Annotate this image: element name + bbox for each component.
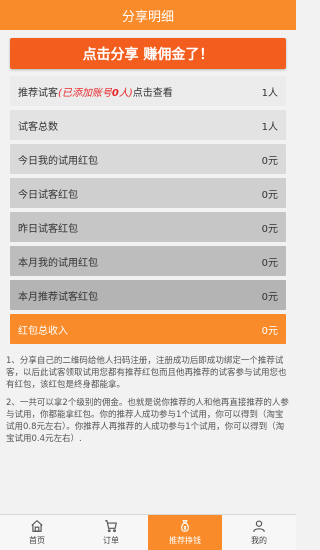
cart-icon (105, 520, 117, 533)
home-icon (31, 519, 43, 532)
tab-orders[interactable]: 订单 (74, 515, 148, 550)
tab-label: 首页 (29, 536, 45, 545)
row-label: 本月我的试用红包 (18, 257, 98, 269)
row-label: 今日我的试用红包 (18, 155, 98, 167)
tab-home[interactable]: 首页 (0, 515, 74, 550)
row-total-users: 试客总数 1人 (10, 110, 286, 140)
share-button-label: 点击分享 赚佣金了！ (82, 46, 214, 63)
row-value: 0元 (261, 291, 278, 303)
money-bag-icon (181, 520, 189, 532)
row-label-text: 推荐试客 (18, 87, 58, 99)
row-month-my-bonus: 本月我的试用红包 0元 (10, 246, 286, 276)
row-label: 今日试客红包 (18, 189, 78, 201)
row-yesterday-user-bonus: 昨日试客红包 0元 (10, 212, 286, 242)
user-icon (253, 520, 265, 533)
row-today-user-bonus: 今日试客红包 0元 (10, 178, 286, 208)
row-recommended-users[interactable]: 推荐试客(已添加账号0人)点击查看 1人 (10, 76, 286, 106)
row-value: 0元 (261, 257, 278, 269)
row-today-my-bonus: 今日我的试用红包 0元 (10, 144, 286, 174)
row-month-recommend-bonus: 本月推荐试客红包 0元 (10, 280, 286, 310)
row-value: 0元 (261, 223, 278, 235)
row-value: 1人 (261, 87, 278, 99)
page-title: 分享明细 (121, 9, 174, 25)
view-link-text: 点击查看 (132, 87, 173, 99)
row-value: 1人 (261, 121, 278, 133)
added-account-note: (已添加账号 (58, 87, 112, 99)
share-button[interactable]: 点击分享 赚佣金了！ (10, 38, 286, 69)
tab-recommend-earn[interactable]: 推荐挣钱 (148, 515, 222, 550)
stats-list: 推荐试客(已添加账号0人)点击查看 1人 试客总数 1人 今日我的试用红包 0元… (10, 76, 286, 348)
added-account-count: 0 (111, 87, 119, 99)
added-account-note-end: 人) (118, 87, 133, 99)
tab-label: 我的 (251, 536, 267, 545)
bottom-tab-bar: 首页 订单 推荐挣钱 我的 (0, 514, 296, 550)
row-label: 试客总数 (18, 121, 58, 133)
tab-label: 推荐挣钱 (169, 536, 201, 545)
row-label: 红包总收入 (18, 325, 68, 337)
row-total-income: 红包总收入 0元 (10, 314, 286, 344)
page-header: 分享明细 (0, 0, 296, 30)
tab-mine[interactable]: 我的 (222, 515, 296, 550)
row-value: 0元 (261, 325, 278, 337)
note-paragraph: 1、分享自己的二维码给他人扫码注册，注册成功后即成功绑定一个推荐试客，以后此试客… (6, 356, 287, 390)
row-label: 推荐试客(已添加账号0人)点击查看 (18, 84, 173, 99)
row-value: 0元 (261, 155, 278, 167)
row-label: 昨日试客红包 (18, 223, 78, 235)
row-value: 0元 (261, 189, 278, 201)
rules-notes: 1、分享自己的二维码给他人扫码注册，注册成功后即成功绑定一个推荐试客，以后此试客… (6, 355, 290, 451)
row-label: 本月推荐试客红包 (18, 291, 98, 303)
tab-label: 订单 (103, 536, 119, 545)
note-paragraph: 2、一共可以拿2个级别的佣金。也就是说你推荐的人和他再直接推荐的人参与试用，你都… (6, 398, 289, 444)
